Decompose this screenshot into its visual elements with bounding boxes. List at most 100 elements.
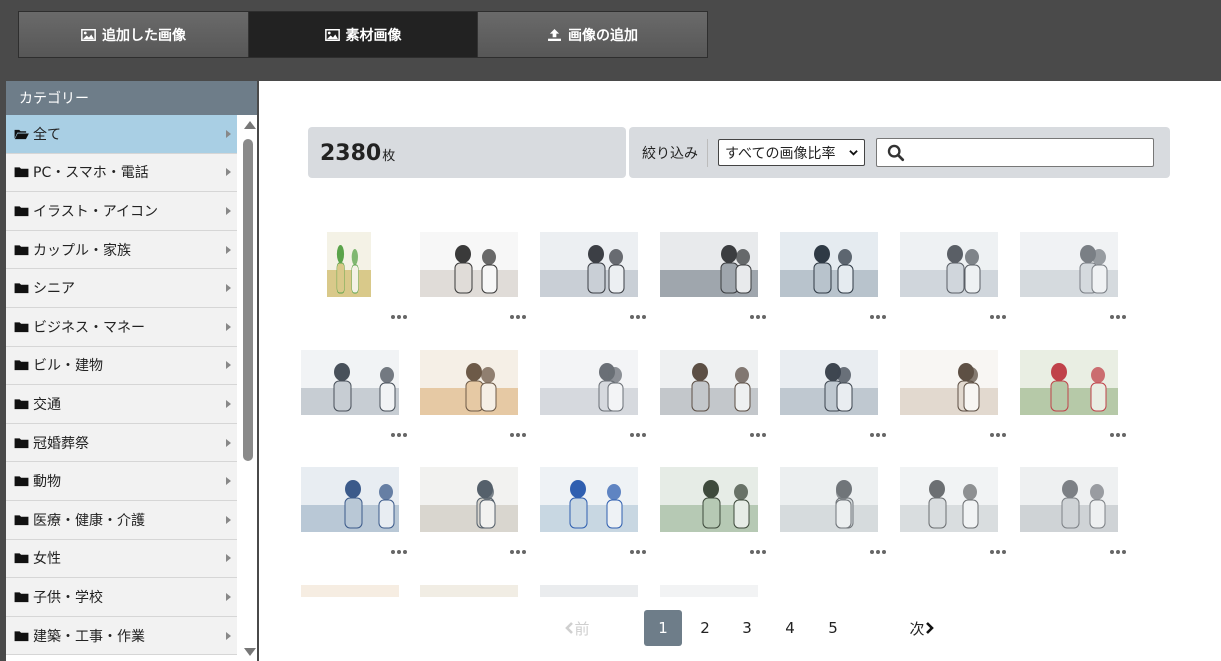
chevron-right-icon	[226, 168, 231, 177]
sidebar-item[interactable]: 子供・学校	[6, 578, 237, 617]
more-options-icon[interactable]	[990, 549, 1006, 555]
more-options-icon[interactable]	[870, 314, 886, 320]
folder-icon	[14, 206, 29, 217]
image-count: 2380 枚	[308, 127, 626, 178]
pagination-prev[interactable]: 前	[559, 610, 595, 646]
more-options-icon[interactable]	[1110, 432, 1126, 438]
pagination: 前 次 12345	[259, 610, 1221, 648]
search-input[interactable]	[876, 138, 1154, 167]
sidebar-item-label: カップル・家族	[33, 242, 131, 259]
image-thumbnail[interactable]	[420, 350, 518, 415]
image-thumbnail[interactable]	[301, 467, 399, 532]
more-options-icon[interactable]	[1110, 549, 1126, 555]
more-options-icon[interactable]	[990, 314, 1006, 320]
category-scrollbar[interactable]	[241, 115, 257, 661]
filter-bar: 絞り込み すべての画像比率	[629, 127, 1170, 178]
dot	[642, 550, 646, 554]
sidebar-item[interactable]: 交通	[6, 385, 237, 424]
tab-stock-images[interactable]: 素材画像	[249, 12, 478, 57]
more-options-icon[interactable]	[870, 549, 886, 555]
sidebar-item[interactable]: ビル・建物	[6, 346, 237, 386]
more-options-icon[interactable]	[750, 314, 766, 320]
image-thumbnail[interactable]	[660, 467, 758, 532]
image-thumbnail[interactable]	[1020, 350, 1118, 415]
more-options-icon[interactable]	[391, 549, 407, 555]
image-thumbnail[interactable]	[780, 350, 878, 415]
image-thumbnail[interactable]	[420, 467, 518, 532]
image-thumbnail[interactable]	[900, 467, 998, 532]
image-thumbnail[interactable]	[660, 232, 758, 297]
dot	[516, 550, 520, 554]
sidebar-item[interactable]: イラスト・アイコン	[6, 192, 237, 231]
image-thumbnail[interactable]	[327, 232, 371, 297]
dot	[510, 550, 514, 554]
chevron-right-icon	[226, 129, 231, 138]
folder-icon	[14, 322, 29, 332]
image-count-unit: 枚	[382, 149, 396, 164]
image-thumbnail[interactable]	[420, 232, 518, 297]
pagination-page[interactable]: 4	[771, 610, 809, 646]
pagination-page[interactable]: 1	[644, 610, 682, 646]
image-thumbnail[interactable]	[1020, 232, 1118, 297]
scroll-up-icon[interactable]	[244, 121, 256, 129]
tab-add-image[interactable]: 画像の追加	[478, 12, 707, 57]
pagination-next[interactable]: 次	[904, 610, 940, 646]
image-thumbnail[interactable]	[540, 232, 638, 297]
more-options-icon[interactable]	[510, 314, 526, 320]
pagination-page[interactable]: 2	[686, 610, 724, 646]
sidebar-item[interactable]: 冠婚葬祭	[6, 423, 237, 463]
photo-image	[540, 350, 638, 415]
dot	[516, 315, 520, 319]
dot	[762, 433, 766, 437]
image-thumbnail[interactable]	[301, 585, 399, 597]
image-thumbnail[interactable]	[420, 585, 518, 597]
more-options-icon[interactable]	[990, 432, 1006, 438]
more-options-icon[interactable]	[750, 549, 766, 555]
scroll-thumb[interactable]	[243, 139, 253, 461]
image-thumbnail[interactable]	[660, 350, 758, 415]
image-thumbnail[interactable]	[1020, 467, 1118, 532]
sidebar-item-label: PC・スマホ・電話	[33, 165, 149, 182]
more-options-icon[interactable]	[510, 432, 526, 438]
category-header: カテゴリー	[6, 81, 257, 115]
more-options-icon[interactable]	[630, 314, 646, 320]
image-thumbnail[interactable]	[780, 467, 878, 532]
image-thumbnail[interactable]	[780, 232, 878, 297]
more-options-icon[interactable]	[630, 432, 646, 438]
more-options-icon[interactable]	[1110, 314, 1126, 320]
sidebar-item[interactable]: PC・スマホ・電話	[6, 153, 237, 193]
image-thumbnail[interactable]	[660, 585, 758, 597]
more-options-icon[interactable]	[750, 432, 766, 438]
sidebar-item[interactable]: 全て	[6, 115, 237, 154]
scroll-down-icon[interactable]	[244, 648, 256, 656]
sidebar-item[interactable]: カップル・家族	[6, 230, 237, 270]
dot	[522, 315, 526, 319]
dot	[876, 315, 880, 319]
tab-bar: 追加した画像 素材画像 画像の追加	[18, 11, 708, 58]
sidebar-item[interactable]: 女性	[6, 539, 237, 579]
sidebar-item[interactable]: ビジネス・マネー	[6, 307, 237, 347]
pagination-page[interactable]: 3	[728, 610, 766, 646]
tab-label: 素材画像	[345, 27, 402, 44]
more-options-icon[interactable]	[870, 432, 886, 438]
more-options-icon[interactable]	[510, 549, 526, 555]
image-thumbnail[interactable]	[540, 350, 638, 415]
more-options-icon[interactable]	[391, 314, 407, 320]
photo-image	[327, 232, 371, 297]
folder-icon	[14, 283, 29, 294]
more-options-icon[interactable]	[630, 549, 646, 555]
tab-added-images[interactable]: 追加した画像	[19, 12, 249, 57]
image-thumbnail[interactable]	[540, 585, 638, 597]
image-thumbnail[interactable]	[900, 232, 998, 297]
image-thumbnail[interactable]	[900, 350, 998, 415]
sidebar-item[interactable]: 動物	[6, 462, 237, 501]
sidebar-item[interactable]: 医療・健康・介護	[6, 500, 237, 540]
image-thumbnail[interactable]	[540, 467, 638, 532]
sidebar-item[interactable]: 建築・工事・作業	[6, 616, 237, 656]
sidebar-item[interactable]: シニア	[6, 269, 237, 308]
more-options-icon[interactable]	[391, 432, 407, 438]
aspect-ratio-select[interactable]: すべての画像比率	[718, 139, 865, 166]
pagination-page[interactable]: 5	[814, 610, 852, 646]
photo-image	[900, 350, 998, 415]
image-thumbnail[interactable]	[301, 350, 399, 415]
